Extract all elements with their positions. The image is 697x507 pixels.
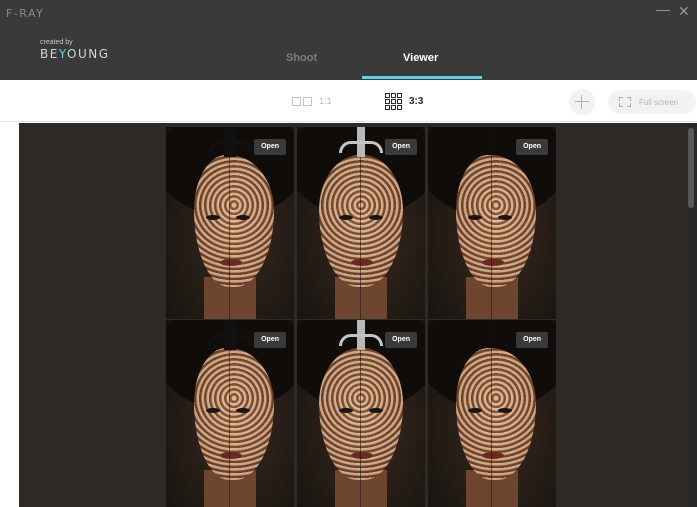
view-3x3-label: 3:3 [409,95,424,107]
tab-shoot[interactable]: Shoot [286,52,317,64]
grid-view-icon [385,92,402,110]
photo-tile[interactable]: Open [428,320,556,507]
tab-viewer[interactable]: Viewer [403,52,438,64]
photo-tile[interactable]: Open [297,320,425,507]
beyoung-logo: BEYOUNG [40,47,110,61]
open-button[interactable]: Open [254,332,286,348]
open-button[interactable]: Open [516,332,548,348]
fullscreen-icon [619,97,631,107]
close-icon[interactable]: ✕ [678,4,690,18]
scrollbar-thumb[interactable] [688,128,694,208]
headrest-apparatus [206,127,254,161]
photo-tile[interactable]: Open [297,127,425,319]
minimize-icon[interactable]: — [656,2,670,16]
add-button[interactable] [569,89,595,115]
headrest-apparatus [206,320,254,354]
photo-tile[interactable]: Open [166,127,294,319]
open-button[interactable]: Open [385,332,417,348]
photo-tile[interactable]: Open [166,320,294,507]
fullscreen-button[interactable]: Full screen [608,90,696,114]
f-ray-app-window: F-RAY — ✕ created by BEYOUNG Shoot Viewe… [0,0,697,507]
photo-tile[interactable]: Open [428,127,556,319]
view-1x1-label: 1:1 [319,96,332,106]
plus-icon [575,101,589,102]
view-1x1-button[interactable]: 1:1 [292,80,332,122]
app-title: F-RAY [6,7,45,20]
active-tab-indicator [362,76,482,79]
fullscreen-label: Full screen [639,97,679,107]
open-button[interactable]: Open [516,139,548,155]
open-button[interactable]: Open [385,139,417,155]
open-button[interactable]: Open [254,139,286,155]
viewer-left-margin [0,123,19,507]
headrest-apparatus [337,127,385,161]
brand-caption: created by [40,39,73,46]
view-3x3-button[interactable]: 3:3 [385,80,423,122]
headrest-apparatus [337,320,385,354]
single-view-icon [292,96,312,106]
app-header: F-RAY — ✕ created by BEYOUNG Shoot Viewe… [0,0,697,80]
